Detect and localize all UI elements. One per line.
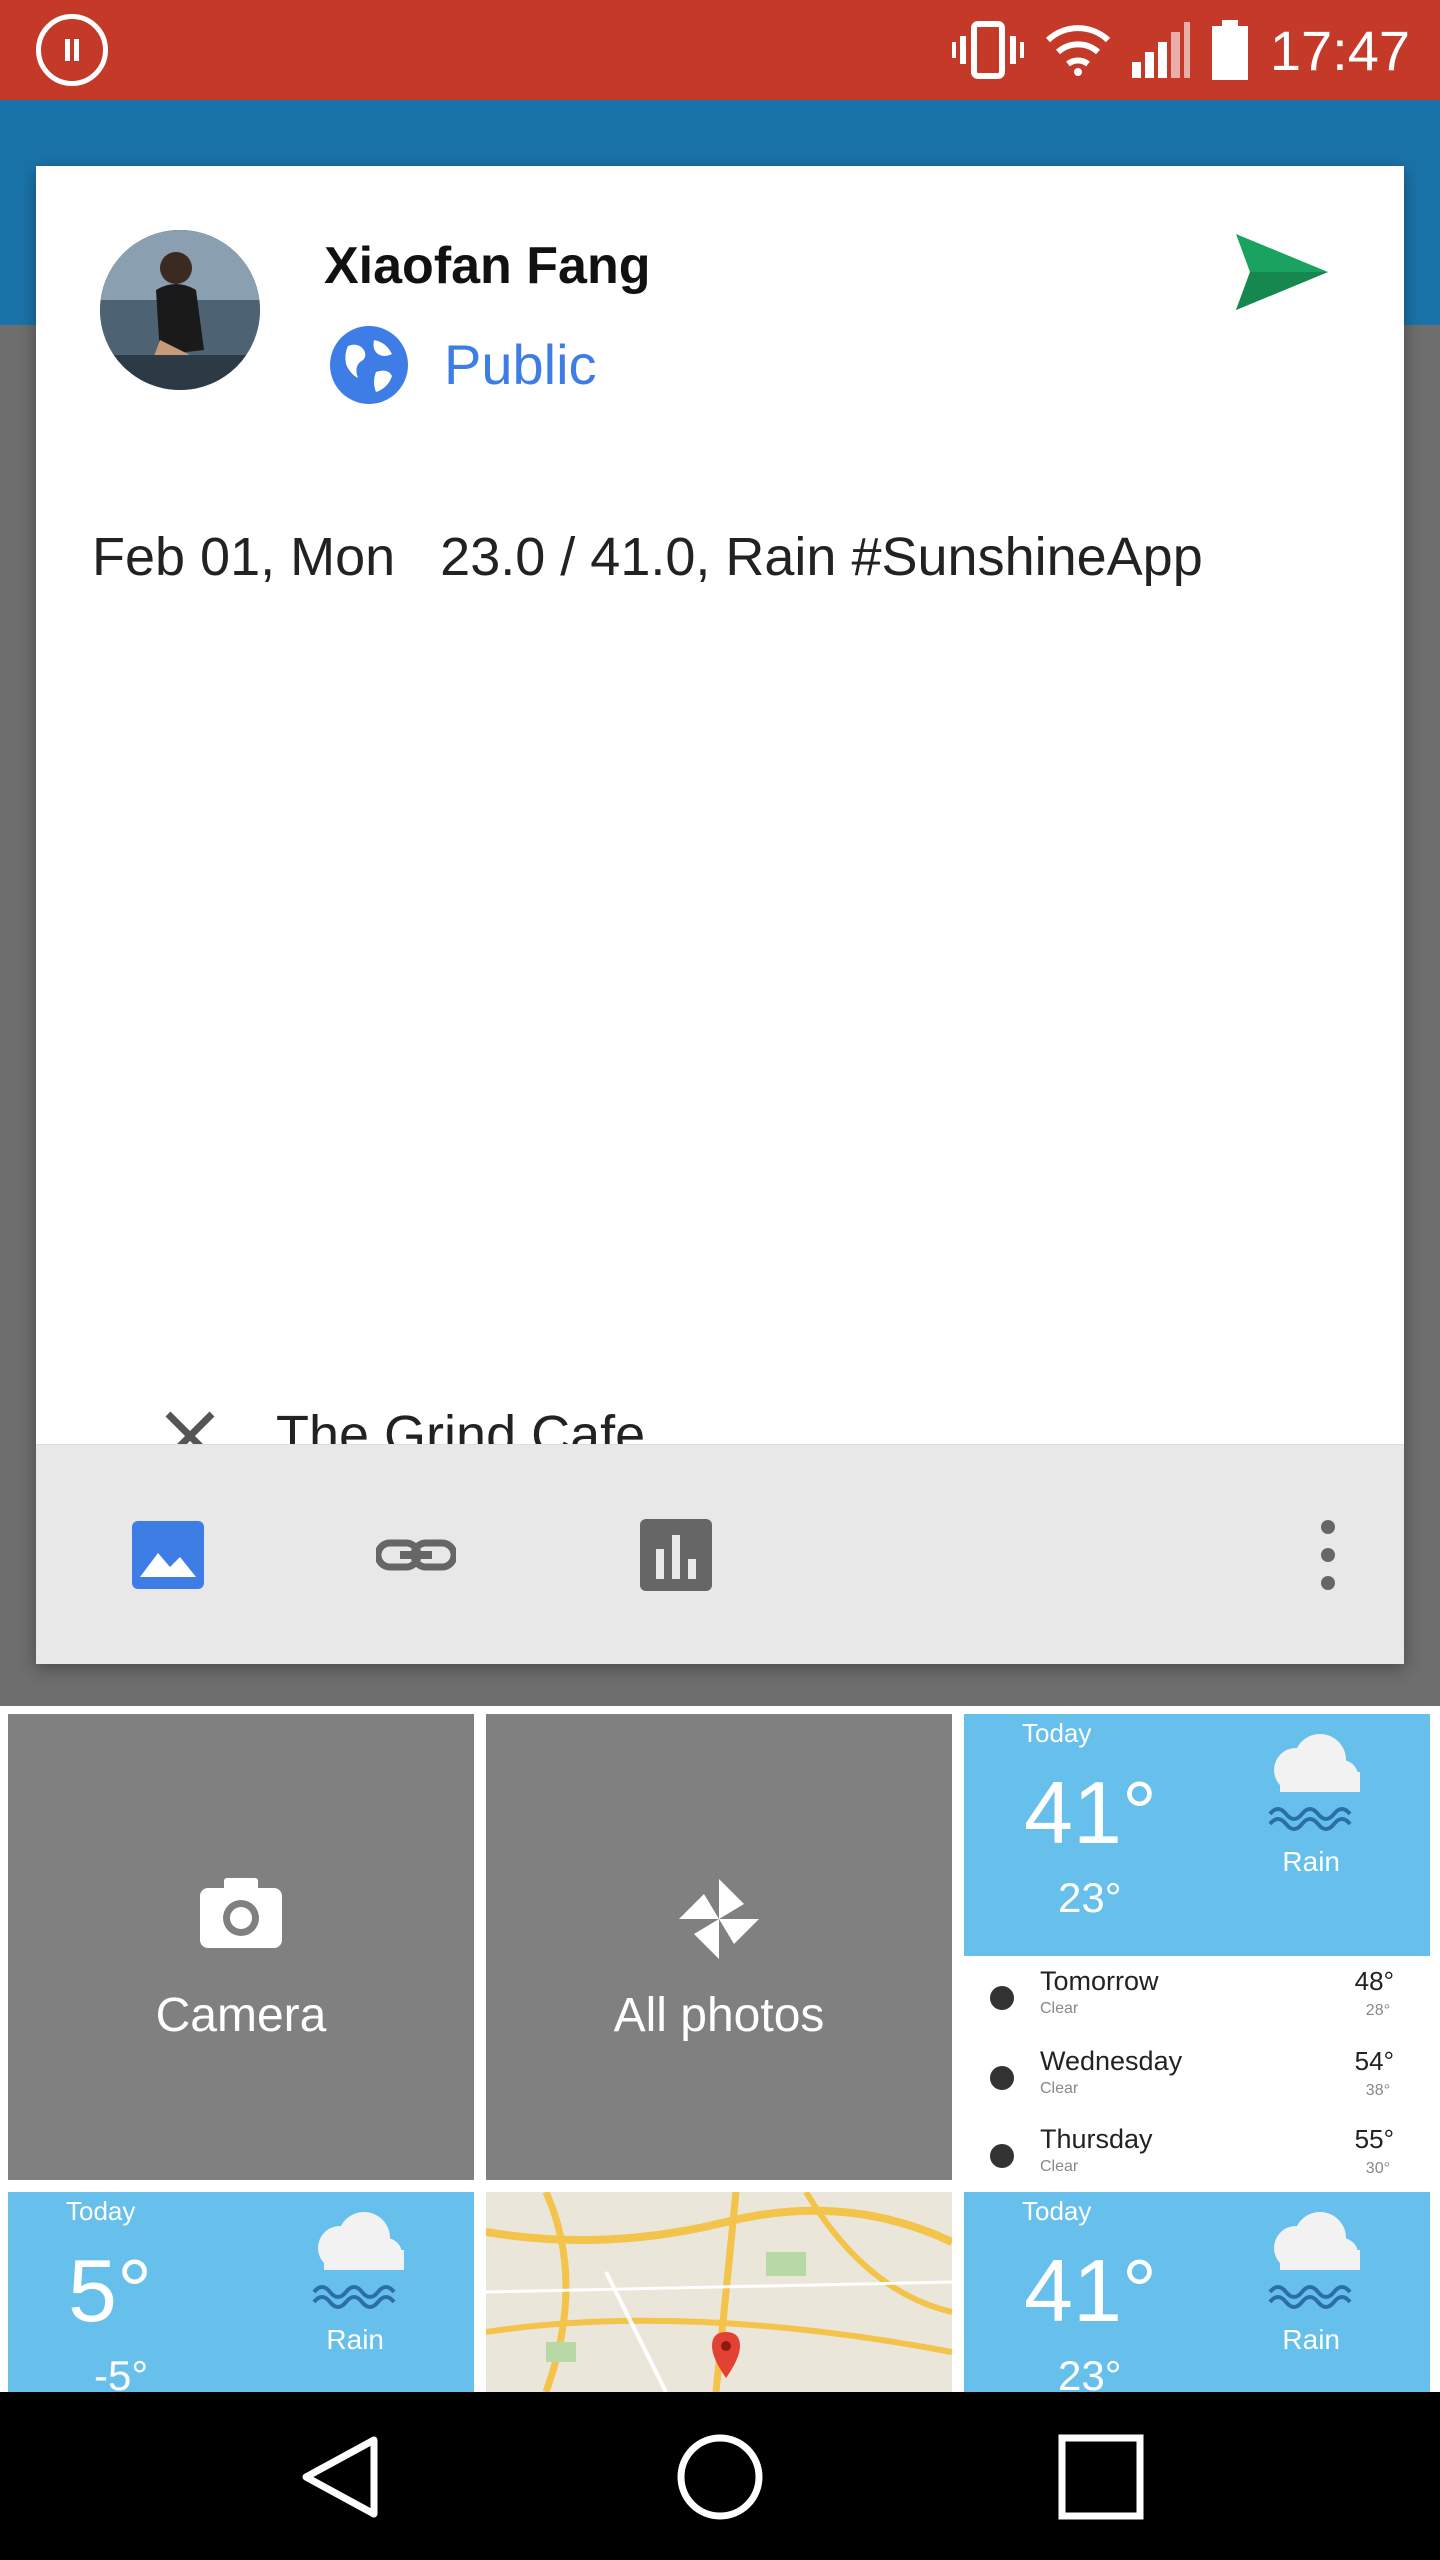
globe-icon[interactable] (328, 324, 410, 406)
status-bar: 17:47 (0, 0, 1440, 100)
forecast-condition: Clear (1040, 2080, 1079, 2097)
weather-today-label: Today (66, 2196, 136, 2226)
camera-label: Camera (155, 1989, 327, 2042)
visibility-selector[interactable]: Public (444, 332, 597, 397)
rain-cloud-icon (300, 2202, 410, 2317)
weather-low: 23° (1058, 2352, 1122, 2392)
weather-high: 41° (1024, 1763, 1158, 1862)
forecast-row: Tomorrow Clear 48° 28° (964, 1960, 1430, 2038)
weather-screenshot-tile[interactable]: Today 41° 23° Rain Tomorrow Clear 48° 28… (964, 1714, 1430, 2180)
forecast-row: Thursday Clear 55° 30° (964, 2118, 1430, 2180)
photos-pinwheel-icon (674, 1874, 764, 1969)
forecast-day: Thursday (1040, 2124, 1153, 2154)
forecast-low: 28° (1365, 2002, 1390, 2019)
signal-icon (1131, 22, 1190, 78)
camera-icon (198, 1874, 284, 1955)
forecast-high: 54° (1354, 2046, 1394, 2076)
map-thumbnail (486, 2192, 952, 2392)
all-photos-label: All photos (613, 1989, 825, 2042)
attachment-toolbar (36, 1444, 1404, 1664)
wifi-icon (1045, 24, 1110, 76)
rain-cloud-icon (1256, 1724, 1366, 1839)
weather-today-label: Today (1022, 2196, 1092, 2226)
share-dialog: Xiaofan Fang Public Feb 01, Mon 23.0 / 4… (36, 166, 1404, 1664)
image-icon[interactable] (128, 1515, 208, 1595)
photo-picker-grid: Camera All photos Today 41° 23° Rain Tom… (0, 1706, 1440, 2392)
all-photos-tile[interactable]: All photos (486, 1714, 952, 2180)
more-vert-icon[interactable] (1288, 1515, 1368, 1595)
map-screenshot-tile[interactable] (486, 2192, 952, 2392)
forecast-high: 55° (1354, 2124, 1394, 2154)
weather-screenshot-tile[interactable]: Today 41° 23° Rain (964, 2192, 1430, 2392)
pause-circle-icon (36, 14, 108, 86)
vibrate-icon (951, 20, 1024, 80)
weather-today-label: Today (1022, 1718, 1092, 1748)
recents-icon[interactable] (1056, 2432, 1146, 2522)
user-name: Xiaofan Fang (324, 237, 651, 295)
forecast-row: Wednesday Clear 54° 38° (964, 2040, 1430, 2118)
home-icon[interactable] (675, 2432, 765, 2522)
weather-low: 23° (1058, 1874, 1122, 1921)
link-icon[interactable] (374, 1515, 458, 1595)
poll-icon[interactable] (636, 1515, 716, 1595)
forecast-high: 48° (1354, 1966, 1394, 1996)
battery-icon (1211, 20, 1248, 80)
post-text-input[interactable]: Feb 01, Mon 23.0 / 41.0, Rain #SunshineA… (92, 526, 1203, 588)
weather-high: 5° (68, 2241, 153, 2340)
weather-condition: Rain (1282, 2324, 1340, 2355)
sun-icon (990, 2144, 1014, 2168)
forecast-condition: Clear (1040, 2000, 1079, 2017)
weather-condition: Rain (1282, 1846, 1340, 1877)
send-icon[interactable] (1232, 222, 1332, 322)
navigation-bar (0, 2392, 1440, 2560)
avatar[interactable] (100, 230, 260, 390)
weather-high: 41° (1024, 2241, 1158, 2340)
forecast-condition: Clear (1040, 2158, 1079, 2175)
sun-icon (990, 2066, 1014, 2090)
rain-cloud-icon (1256, 2202, 1366, 2317)
forecast-day: Wednesday (1040, 2046, 1183, 2076)
weather-low: -5° (94, 2352, 149, 2392)
back-icon[interactable] (296, 2432, 386, 2522)
camera-tile[interactable]: Camera (8, 1714, 474, 2180)
weather-condition: Rain (326, 2324, 384, 2355)
clock: 17:47 (1269, 18, 1410, 82)
forecast-low: 30° (1365, 2160, 1390, 2177)
sun-icon (990, 1986, 1014, 2010)
forecast-low: 38° (1365, 2082, 1390, 2099)
weather-screenshot-tile[interactable]: Today 5° -5° Rain (8, 2192, 474, 2392)
forecast-day: Tomorrow (1040, 1966, 1159, 1996)
